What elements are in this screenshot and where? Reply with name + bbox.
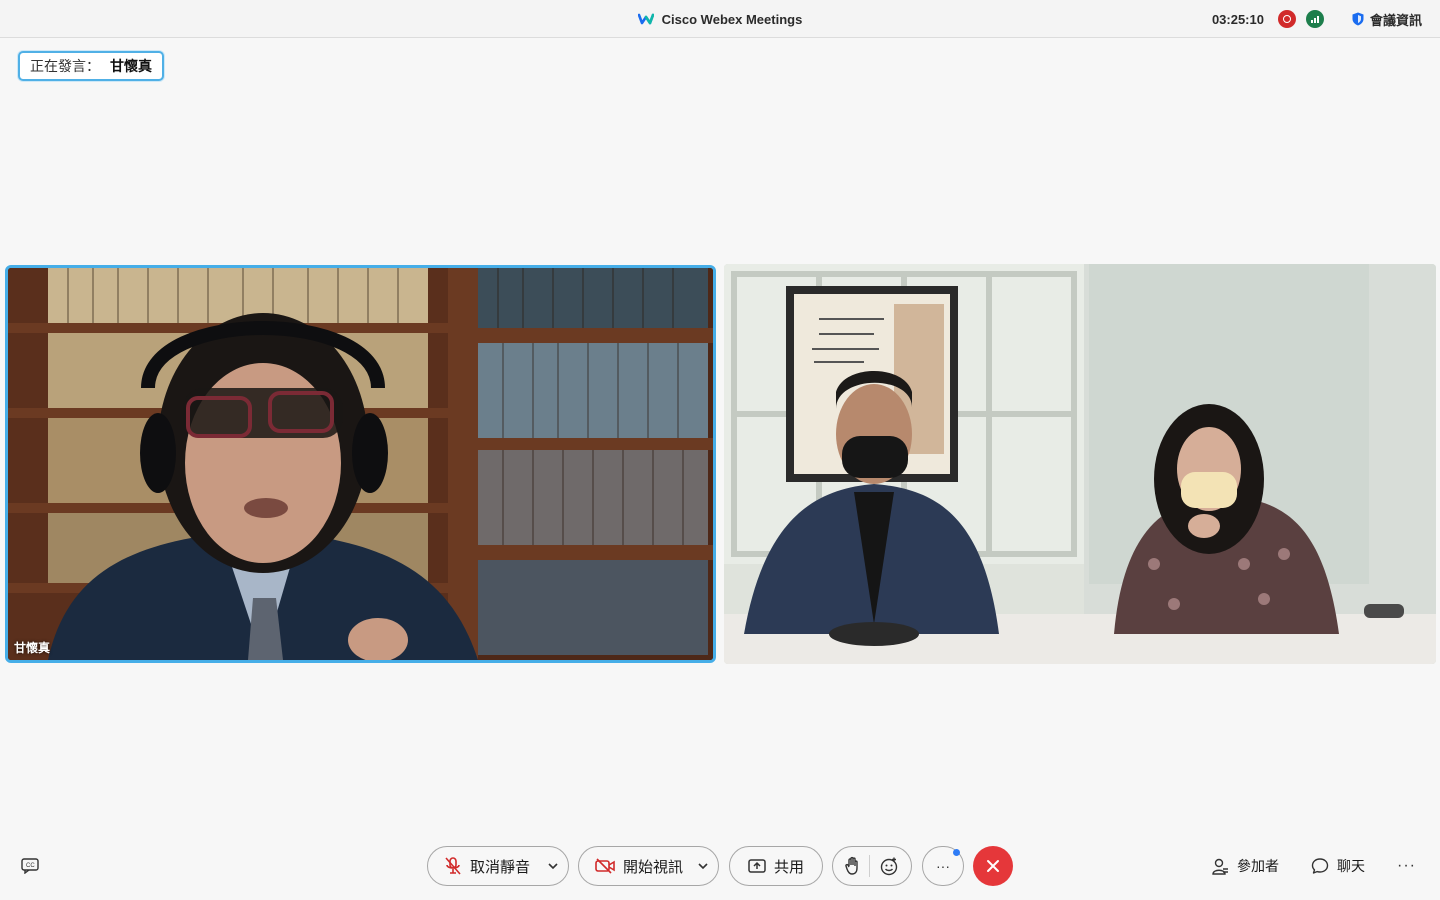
- participants-button[interactable]: 參加者: [1211, 856, 1279, 876]
- video-tile-room[interactable]: [724, 264, 1436, 664]
- webex-logo-icon: [637, 13, 654, 25]
- video-off-icon: [595, 858, 615, 874]
- meeting-timer: 03:25:10: [1211, 11, 1264, 27]
- svg-text:CC: CC: [26, 863, 35, 869]
- meeting-controls-bar: CC 取消靜音 開始視訊 共用 ··· 參加者 聊天 ···: [0, 846, 1440, 886]
- speaking-label: 正在發言：: [30, 58, 100, 74]
- shield-icon: [1352, 12, 1364, 26]
- chevron-down-icon[interactable]: [696, 859, 710, 873]
- chat-button[interactable]: 聊天: [1311, 856, 1365, 876]
- participant-name-tag: 甘懷真: [14, 641, 51, 655]
- notification-badge: [953, 849, 960, 856]
- recording-icon[interactable]: [1277, 10, 1296, 28]
- raise-hand-icon[interactable]: [845, 856, 861, 876]
- participants-icon: [1212, 858, 1229, 875]
- video-tile-active-speaker[interactable]: 甘懷真: [5, 265, 716, 663]
- active-speaker-badge: 正在發言： 甘懷真: [18, 51, 164, 81]
- mic-muted-icon: [445, 857, 461, 875]
- unmute-label: 取消靜音: [470, 858, 531, 876]
- end-call-icon: [987, 860, 999, 872]
- reactions-group: [832, 846, 912, 886]
- share-icon: [748, 859, 766, 873]
- start-video-label: 開始視訊: [623, 858, 684, 876]
- participants-label: 參加者: [1237, 858, 1280, 874]
- app-title: Cisco Webex Meetings: [661, 11, 803, 27]
- unmute-button[interactable]: 取消靜音: [427, 846, 569, 886]
- network-signal-icon[interactable]: [1305, 10, 1324, 28]
- participant-video: [8, 268, 713, 660]
- end-call-button[interactable]: [973, 846, 1013, 886]
- share-label: 共用: [773, 858, 804, 876]
- start-video-button[interactable]: 開始視訊: [578, 846, 719, 886]
- participant-video: [724, 264, 1436, 664]
- meeting-info-button[interactable]: 會議資訊: [1352, 10, 1422, 29]
- more-options-icon: ···: [936, 858, 950, 874]
- captions-button[interactable]: CC: [20, 856, 40, 876]
- more-options-button[interactable]: ···: [922, 846, 964, 886]
- share-button[interactable]: 共用: [729, 846, 823, 886]
- chevron-down-icon[interactable]: [546, 859, 560, 873]
- meeting-info-label: 會議資訊: [1369, 12, 1422, 28]
- emoji-reaction-icon[interactable]: [879, 856, 899, 876]
- captions-icon: CC: [21, 858, 39, 874]
- title-bar: Cisco Webex Meetings 03:25:10 會議資訊: [0, 0, 1440, 38]
- divider: [869, 855, 871, 877]
- overflow-menu-button[interactable]: ···: [1397, 857, 1416, 875]
- chat-icon: [1311, 858, 1329, 874]
- speaker-name: 甘懷真: [110, 58, 152, 74]
- chat-label: 聊天: [1337, 858, 1366, 874]
